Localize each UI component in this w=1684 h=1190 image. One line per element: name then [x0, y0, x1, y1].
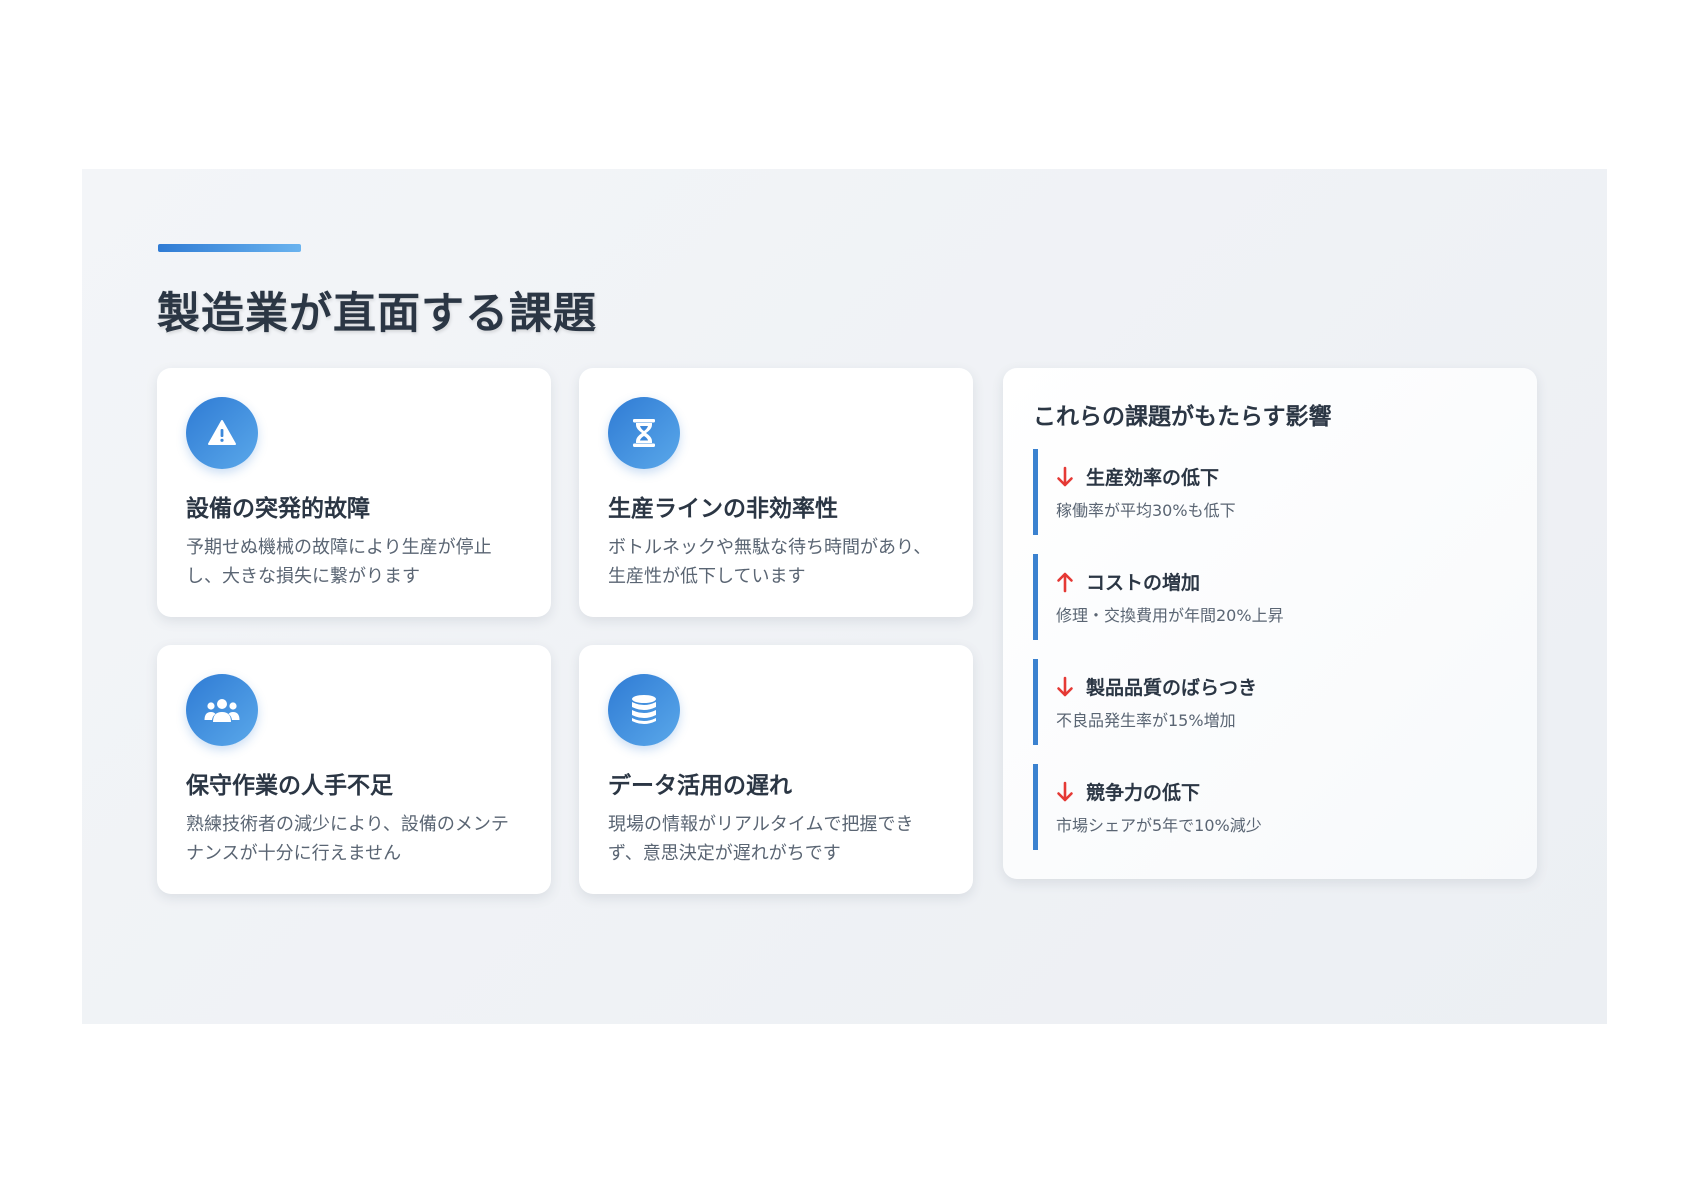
slide: 製造業が直面する課題 設備の突発的故障 予期せぬ機械の故障により生産が停止し、大…	[82, 169, 1607, 1024]
impact-item-production-efficiency: 生産効率の低下 稼働率が平均30%も低下	[1033, 449, 1503, 535]
users-icon	[186, 674, 258, 746]
card-description: 現場の情報がリアルタイムで把握できず、意思決定が遅れがちです	[608, 814, 914, 864]
card-description: ボトルネックや無駄な待ち時間があり、生産性が低下しています	[608, 537, 932, 587]
card-title: 生産ラインの非効率性	[608, 496, 838, 522]
impact-panel: これらの課題がもたらす影響 生産効率の低下 稼働率が平均30%も低下 コストの増…	[1003, 368, 1537, 879]
warning-icon	[186, 397, 258, 469]
title-accent-bar	[158, 244, 301, 252]
card-title: データ活用の遅れ	[608, 773, 792, 799]
impact-label: 生産効率の低下	[1086, 467, 1220, 489]
challenge-card-maintenance-shortage: 保守作業の人手不足 熟練技術者の減少により、設備のメンテナンスが十分に行えません	[157, 645, 551, 894]
card-description: 熟練技術者の減少により、設備のメンテナンスが十分に行えません	[186, 814, 509, 864]
arrow-down-icon	[1057, 466, 1073, 486]
challenge-card-data-utilization: データ活用の遅れ 現場の情報がリアルタイムで把握できず、意思決定が遅れがちです	[579, 645, 973, 894]
card-title: 保守作業の人手不足	[186, 773, 393, 799]
impact-detail: 不良品発生率が15%増加	[1056, 711, 1236, 730]
impact-label: 製品品質のばらつき	[1086, 677, 1258, 699]
impact-item-quality-variance: 製品品質のばらつき 不良品発生率が15%増加	[1033, 659, 1503, 745]
hourglass-icon	[608, 397, 680, 469]
arrow-down-icon	[1057, 676, 1073, 696]
card-description: 予期せぬ機械の故障により生産が停止し、大きな損失に繋がります	[186, 537, 492, 587]
impact-panel-title: これらの課題がもたらす影響	[1033, 404, 1332, 430]
arrow-down-icon	[1057, 781, 1073, 801]
impact-detail: 市場シェアが5年で10%減少	[1056, 816, 1262, 835]
database-icon	[608, 674, 680, 746]
impact-detail: 稼働率が平均30%も低下	[1056, 501, 1236, 520]
impact-item-competitiveness: 競争力の低下 市場シェアが5年で10%減少	[1033, 764, 1503, 850]
challenge-card-equipment-failure: 設備の突発的故障 予期せぬ機械の故障により生産が停止し、大きな損失に繋がります	[157, 368, 551, 617]
impact-label: コストの増加	[1086, 572, 1201, 594]
impact-label: 競争力の低下	[1086, 782, 1201, 804]
page-title: 製造業が直面する課題	[157, 289, 597, 339]
arrow-up-icon	[1057, 572, 1073, 592]
impact-detail: 修理・交換費用が年間20%上昇	[1056, 606, 1284, 625]
impact-item-cost-increase: コストの増加 修理・交換費用が年間20%上昇	[1033, 554, 1503, 640]
challenge-card-line-inefficiency: 生産ラインの非効率性 ボトルネックや無駄な待ち時間があり、生産性が低下しています	[579, 368, 973, 617]
card-title: 設備の突発的故障	[186, 496, 370, 522]
